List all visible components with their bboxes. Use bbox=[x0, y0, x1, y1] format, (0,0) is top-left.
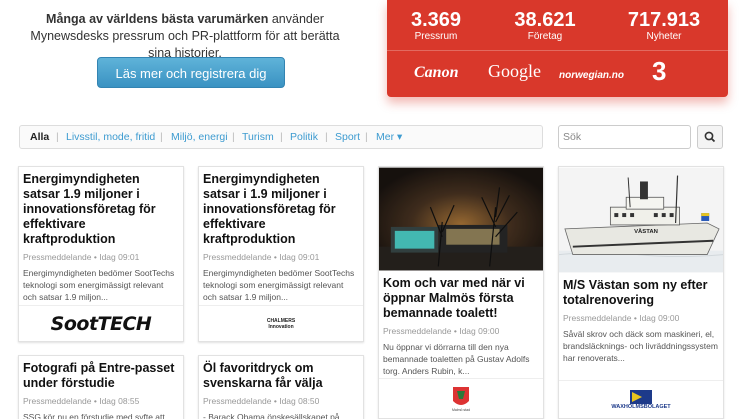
waxholmsbolaget-flag-icon bbox=[630, 389, 652, 404]
card-meta: Pressmeddelande • Idag 08:55 bbox=[23, 396, 140, 406]
stats-panel: 3.369 Pressrum 38.621 Företag 717.913 Ny… bbox=[387, 0, 728, 97]
soottech-logo: SootTECH bbox=[50, 312, 152, 335]
search-button[interactable] bbox=[697, 125, 723, 149]
chalmers-innovation-logo: CHALMERS Innovation bbox=[266, 317, 296, 330]
waxholmsbolaget-logo: WAXHOLMSBOLAGET bbox=[611, 403, 671, 410]
norwegian-logo: norwegian.no bbox=[559, 70, 624, 81]
card-excerpt: Energimyndigheten bedömer SootTechs tekn… bbox=[203, 268, 355, 302]
card-logo-area: CHALMERS Innovation bbox=[199, 305, 363, 341]
filter-separator: | bbox=[280, 131, 283, 143]
card-excerpt: Såväl skrov och däck som maskineri, el, … bbox=[563, 329, 718, 363]
news-card[interactable]: Kom och var med när vi öppnar Malmös för… bbox=[378, 166, 544, 419]
filter-sport[interactable]: Sport bbox=[335, 126, 360, 148]
card-excerpt: SSG kör nu en förstudie med syfte att bbox=[23, 412, 165, 419]
category-filter-bar: Alla | Livsstil, mode, fritid | Miljö, e… bbox=[19, 125, 543, 149]
search-input[interactable] bbox=[558, 125, 691, 149]
card-photo: VÄSTAN bbox=[559, 167, 723, 273]
card-logo-area: Malmö stad bbox=[379, 378, 543, 418]
stat-label: Företag bbox=[527, 31, 563, 42]
stat-value: 38.621 bbox=[514, 9, 576, 31]
malmo-stad-logo: Malmö stad bbox=[452, 386, 470, 412]
stat-companies: 38.621 Företag bbox=[497, 9, 593, 42]
filter-separator: | bbox=[232, 131, 235, 143]
card-logo-area: SootTECH bbox=[19, 305, 183, 341]
filter-politics[interactable]: Politik bbox=[290, 126, 318, 148]
filter-tourism[interactable]: Turism bbox=[242, 126, 274, 148]
canon-logo: Canon bbox=[414, 64, 459, 81]
card-title[interactable]: M/S Västan som ny efter totalrenovering bbox=[559, 273, 723, 308]
stat-value: 717.913 bbox=[627, 9, 701, 31]
card-title[interactable]: Öl favoritdryck om svenskarna får välja bbox=[199, 356, 363, 391]
news-card[interactable]: VÄSTAN M/S Västan som ny efter totalreno… bbox=[558, 166, 724, 419]
google-logo: Google bbox=[488, 61, 541, 81]
hero-intro: Många av världens bästa varumärken använ… bbox=[20, 11, 350, 62]
filter-more[interactable]: Mer ▾ bbox=[376, 126, 402, 148]
hero-intro-bold: Många av världens bästa varumärken bbox=[46, 12, 269, 26]
register-button[interactable]: Läs mer och registrera dig bbox=[97, 57, 285, 88]
news-card[interactable]: Öl favoritdryck om svenskarna får välja … bbox=[198, 355, 364, 419]
card-meta: Pressmeddelande • Idag 09:00 bbox=[563, 313, 680, 323]
card-meta: Pressmeddelande • Idag 08:50 bbox=[203, 396, 320, 406]
three-logo: 3 bbox=[652, 56, 667, 86]
search-icon bbox=[704, 131, 716, 143]
stat-news: 717.913 Nyheter bbox=[609, 9, 719, 42]
filter-separator: | bbox=[56, 131, 59, 143]
filter-all[interactable]: Alla bbox=[30, 126, 49, 148]
card-meta: Pressmeddelande • Idag 09:01 bbox=[23, 252, 140, 262]
card-excerpt: Nu öppnar vi dörrarna till den nya beman… bbox=[383, 342, 530, 376]
news-card[interactable]: Energimyndigheten satsar i 1.9 miljoner … bbox=[198, 166, 364, 342]
stat-label: Pressrum bbox=[414, 31, 458, 42]
card-photo bbox=[379, 167, 543, 271]
card-logo-area: WAXHOLMSBOLAGET bbox=[559, 380, 723, 418]
filter-environment[interactable]: Miljö, energi bbox=[171, 126, 228, 148]
filter-separator: | bbox=[325, 131, 328, 143]
ship-name-text: VÄSTAN bbox=[634, 228, 658, 235]
stat-label: Nyheter bbox=[646, 31, 682, 42]
card-title[interactable]: Energimyndigheten satsar i 1.9 miljoner … bbox=[199, 167, 363, 247]
filter-lifestyle[interactable]: Livsstil, mode, fritid bbox=[66, 126, 155, 148]
card-title[interactable]: Fotografi på Entre-passet under förstudi… bbox=[19, 356, 183, 391]
stat-value: 3.369 bbox=[410, 9, 462, 31]
news-card[interactable]: Energimyndigheten satsar 1.9 miljoner i … bbox=[18, 166, 184, 342]
card-title[interactable]: Energimyndigheten satsar 1.9 miljoner i … bbox=[19, 167, 183, 247]
stat-pressrooms: 3.369 Pressrum bbox=[399, 9, 473, 42]
card-title[interactable]: Kom och var med när vi öppnar Malmös för… bbox=[379, 271, 543, 321]
card-meta: Pressmeddelande • Idag 09:01 bbox=[203, 252, 320, 262]
malmo-stad-wordmark: Malmö stad bbox=[452, 408, 470, 412]
filter-separator: | bbox=[365, 131, 368, 143]
card-excerpt: Energimyndigheten bedömer SootTechs tekn… bbox=[23, 268, 175, 302]
card-excerpt: - Barack Obama önskesällskapet på bbox=[203, 412, 340, 419]
stats-divider bbox=[387, 50, 728, 51]
filter-separator: | bbox=[160, 131, 163, 143]
card-meta: Pressmeddelande • Idag 09:00 bbox=[383, 326, 500, 336]
news-card[interactable]: Fotografi på Entre-passet under förstudi… bbox=[18, 355, 184, 419]
